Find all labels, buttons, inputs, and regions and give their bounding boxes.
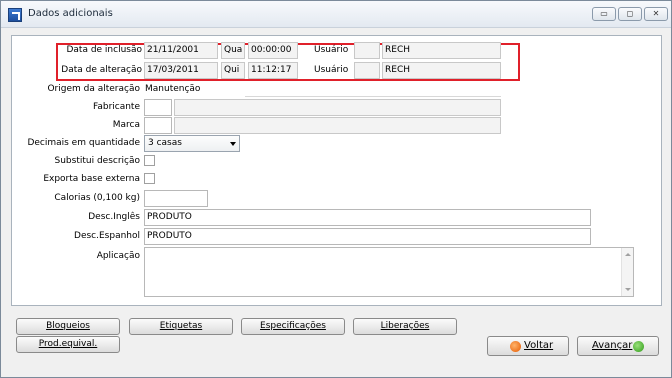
calories-input[interactable] xyxy=(144,190,208,207)
inclusion-time-field: 00:00:00 xyxy=(248,42,298,59)
change-time-field: 11:12:17 xyxy=(248,62,298,79)
especificacoes-button[interactable]: Especificações xyxy=(241,318,345,335)
application-scrollbar[interactable] xyxy=(621,248,633,296)
inclusion-user-label: Usuário xyxy=(314,45,349,55)
change-user-label: Usuário xyxy=(314,65,349,75)
scroll-up-arrow-icon[interactable] xyxy=(625,253,631,256)
inclusion-date-label: Data de inclusão xyxy=(66,45,142,55)
scroll-down-arrow-icon[interactable] xyxy=(625,288,631,291)
replace-description-label: Substitui descrição xyxy=(54,156,141,166)
decimals-selected-value: 3 casas xyxy=(148,138,182,148)
brand-code-input[interactable] xyxy=(144,117,172,134)
brand-name-field xyxy=(174,117,501,134)
avancar-label: Avançar xyxy=(592,340,633,351)
dropdown-arrow-icon xyxy=(230,142,236,146)
inclusion-user-field: RECH xyxy=(382,42,501,59)
brand-label: Marca xyxy=(112,120,140,130)
change-weekday-field: Qui xyxy=(221,62,245,79)
change-user-field: RECH xyxy=(382,62,501,79)
export-external-label: Exporta base externa xyxy=(43,174,140,184)
voltar-label: Voltar xyxy=(524,340,554,351)
minimize-button[interactable]: ▭ xyxy=(592,7,616,21)
bloqueios-button[interactable]: Bloqueios xyxy=(16,318,120,335)
dialog-window: Dados adicionais ▭ ◻ ✕ Data de inclusão … xyxy=(0,0,672,378)
etiquetas-button[interactable]: Etiquetas xyxy=(129,318,233,335)
change-user-code xyxy=(354,62,380,79)
decimals-select[interactable]: 3 casas xyxy=(144,135,240,152)
app-icon xyxy=(8,8,22,22)
inclusion-date-field: 21/11/2001 xyxy=(144,42,218,59)
voltar-button[interactable]: Voltar xyxy=(487,336,569,356)
export-external-checkbox[interactable] xyxy=(144,173,155,184)
calories-label: Calorias (0,100 kg) xyxy=(54,193,140,203)
change-date-field: 17/03/2011 xyxy=(144,62,218,79)
prod-equival-button[interactable]: Prod.equival. xyxy=(16,336,120,353)
decimals-label: Decimais em quantidade xyxy=(27,138,140,148)
spanish-description-input[interactable]: PRODUTO xyxy=(144,228,591,245)
english-description-input[interactable]: PRODUTO xyxy=(144,209,591,226)
back-arrow-icon xyxy=(510,341,521,352)
liberacoes-button[interactable]: Liberações xyxy=(353,318,457,335)
close-button[interactable]: ✕ xyxy=(644,7,668,21)
form-panel: Data de inclusão 21/11/2001 Qua 00:00:00… xyxy=(11,35,662,306)
forward-arrow-icon xyxy=(633,341,644,352)
manufacturer-code-input[interactable] xyxy=(144,99,172,116)
origin-value: Manutenção xyxy=(145,84,201,94)
avancar-button[interactable]: Avançar xyxy=(577,336,659,356)
application-textarea[interactable] xyxy=(144,247,634,297)
replace-description-checkbox[interactable] xyxy=(144,155,155,166)
english-description-label: Desc.Inglês xyxy=(88,212,140,222)
origin-label: Origem da alteração xyxy=(47,84,140,94)
change-date-label: Data de alteração xyxy=(61,65,142,75)
manufacturer-name-field xyxy=(174,99,501,116)
origin-underline xyxy=(245,88,501,97)
window-title: Dados adicionais xyxy=(28,8,113,19)
restore-button[interactable]: ◻ xyxy=(618,7,642,21)
spanish-description-label: Desc.Espanhol xyxy=(74,231,140,241)
title-bar: Dados adicionais ▭ ◻ ✕ xyxy=(1,1,671,28)
manufacturer-label: Fabricante xyxy=(92,102,140,112)
inclusion-user-code xyxy=(354,42,380,59)
inclusion-weekday-field: Qua xyxy=(221,42,245,59)
application-label: Aplicação xyxy=(96,251,140,261)
